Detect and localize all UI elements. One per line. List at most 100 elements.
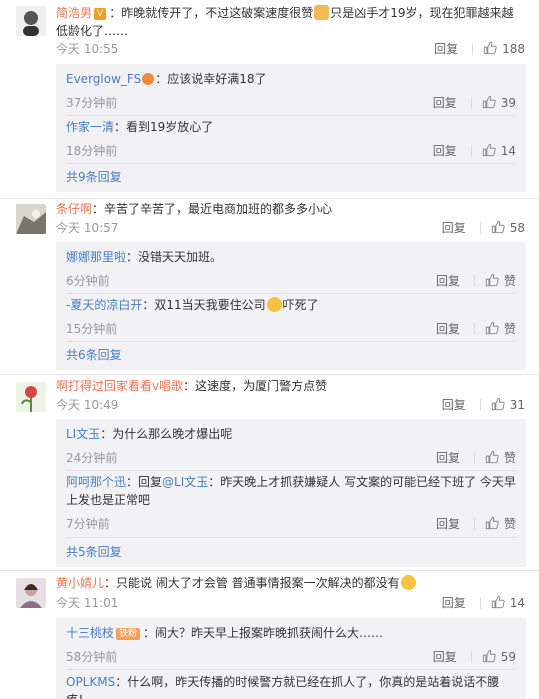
divider bbox=[473, 323, 475, 335]
thumbs-up-icon bbox=[491, 397, 505, 411]
like-button[interactable]: 赞 bbox=[485, 515, 516, 533]
comment-feed: 简浩男 V ：昨晚就传开了，不过这破案速度很赞 只是凶手才19岁，现在犯罪越来越低龄化… bbox=[0, 0, 539, 699]
divider bbox=[66, 293, 516, 294]
like-button[interactable]: 59 bbox=[482, 648, 516, 666]
divider bbox=[470, 97, 472, 109]
reply-time: 37分钟前 bbox=[66, 96, 118, 110]
timestamp: 今天 10:49 bbox=[56, 398, 119, 412]
reply-button[interactable]: 回复 bbox=[436, 320, 460, 338]
avatar[interactable] bbox=[16, 6, 46, 36]
reply-time: 24分钟前 bbox=[66, 451, 118, 465]
reply-time: 18分钟前 bbox=[66, 144, 118, 158]
divider bbox=[473, 518, 475, 530]
username[interactable]: 简浩男 bbox=[56, 6, 92, 20]
divider bbox=[66, 669, 516, 670]
comment-content: ：辛苦了辛苦了，最近电商加班的都多多小心 bbox=[92, 202, 333, 216]
comment-content: ：只能说 闹大了才会管 普通事情报案一次解决的都没有 bbox=[104, 576, 400, 590]
reply-username[interactable]: 十三桃枝 bbox=[66, 626, 114, 640]
reply-text: ：双11当天我要住公司 bbox=[142, 298, 266, 312]
like-button[interactable]: 39 bbox=[482, 94, 516, 112]
reply-time: 7分钟前 bbox=[66, 517, 110, 531]
like-count: 188 bbox=[502, 42, 525, 56]
divider bbox=[479, 222, 481, 234]
reply-text-cont: 吓死了 bbox=[282, 298, 319, 312]
reply-item: 十三桃枝 铁粉 ：闹大？昨天早上报案昨晚抓获闹什么大…… 58分钟前 回复 59 bbox=[66, 624, 516, 666]
reply-item: OPLKMS：什么啊，昨天传播的时候警方就已经在抓人了，你真的是站着说话不腰疼！ bbox=[66, 673, 516, 699]
reply-time: 6分钟前 bbox=[66, 274, 110, 288]
reply-button[interactable]: 回复 bbox=[436, 449, 460, 467]
more-replies-link[interactable]: 共6条回复 bbox=[66, 346, 122, 363]
divider bbox=[66, 341, 516, 342]
reply-username[interactable]: 娜娜那里啦 bbox=[66, 250, 126, 264]
reply-button[interactable]: 回复 bbox=[434, 40, 458, 58]
reply-username[interactable]: OPLKMS bbox=[66, 675, 115, 689]
thumbs-up-icon bbox=[483, 41, 497, 55]
reply-button[interactable]: 回复 bbox=[433, 648, 457, 666]
avatar[interactable] bbox=[16, 578, 46, 608]
more-replies-link[interactable]: 共9条回复 bbox=[66, 168, 122, 185]
reply-item: LI文玉：为什么那么晚才爆出呢 24分钟前 回复 赞 bbox=[66, 425, 516, 467]
reply-time: 15分钟前 bbox=[66, 322, 118, 336]
reply-button[interactable]: 回复 bbox=[442, 396, 466, 414]
timestamp: 今天 11:01 bbox=[56, 596, 119, 610]
reply-username[interactable]: -夏天的凉白开 bbox=[66, 298, 142, 312]
reply-button[interactable]: 回复 bbox=[433, 142, 457, 160]
like-button[interactable]: 14 bbox=[482, 142, 516, 160]
reply-text: ：什么啊，昨天传播的时候警方就已经在抓人了，你真的是站着说话不腰疼！ bbox=[66, 675, 500, 699]
divider bbox=[66, 537, 516, 538]
reply-button[interactable]: 回复 bbox=[442, 219, 466, 237]
separator bbox=[0, 570, 539, 571]
avatar[interactable] bbox=[16, 382, 46, 412]
divider bbox=[479, 399, 481, 411]
reply-prefix: ：回复 bbox=[126, 475, 163, 489]
username[interactable]: 啊打得过回家看看v唱歌 bbox=[56, 379, 183, 393]
divider bbox=[66, 163, 516, 164]
avatar[interactable] bbox=[16, 204, 46, 234]
badge-icon bbox=[142, 73, 155, 85]
thumbs-up-icon bbox=[485, 273, 499, 287]
more-replies-link[interactable]: 共5条回复 bbox=[66, 543, 122, 560]
scared-emoji-icon bbox=[266, 297, 282, 312]
reply-button[interactable]: 回复 bbox=[436, 515, 460, 533]
reply-button[interactable]: 回复 bbox=[436, 272, 460, 290]
reply-list: LI文玉：为什么那么晚才爆出呢 24分钟前 回复 赞 阿呵那个迅：回复@LI文玉 ：… bbox=[56, 419, 526, 567]
reply-list: 娜娜那里啦：没错天天加班。 6分钟前 回复赞 -夏天的凉白开：双11当天我要住公… bbox=[56, 242, 526, 370]
divider bbox=[472, 43, 474, 55]
like-count: 31 bbox=[509, 398, 525, 412]
reply-button[interactable]: 回复 bbox=[433, 94, 457, 112]
comment-meta: 今天 10:55 回复 188 bbox=[56, 40, 525, 58]
like-button[interactable]: 赞 bbox=[485, 449, 516, 467]
like-button[interactable]: 赞 bbox=[485, 272, 516, 290]
reply-username[interactable]: 阿呵那个迅 bbox=[66, 475, 126, 489]
reply-username[interactable]: LI文玉 bbox=[66, 427, 100, 441]
like-button[interactable]: 188 bbox=[483, 40, 525, 58]
like-label: 赞 bbox=[503, 274, 516, 288]
comment-meta: 今天 10:49 回复 31 bbox=[56, 396, 525, 414]
like-button[interactable]: 赞 bbox=[485, 320, 516, 338]
divider bbox=[479, 597, 481, 609]
like-button[interactable]: 14 bbox=[491, 594, 525, 612]
comment-content: ：昨晚就传开了，不过这破案速度很赞 bbox=[109, 6, 314, 20]
like-count: 14 bbox=[509, 596, 525, 610]
divider bbox=[470, 145, 472, 157]
mention-link[interactable]: @LI文玉 bbox=[162, 475, 208, 489]
reply-username[interactable]: 作家一清 bbox=[66, 120, 114, 134]
username[interactable]: 黄小婧儿 bbox=[56, 576, 104, 590]
like-count: 39 bbox=[500, 96, 516, 110]
vip-badge: V bbox=[94, 8, 107, 20]
reply-list: Everglow_FS ：应该说幸好满18了 37分钟前 回复 39 作家一清：看到… bbox=[56, 64, 526, 192]
comment-meta: 今天 10:57 回复 58 bbox=[56, 219, 525, 237]
reply-item: 娜娜那里啦：没错天天加班。 6分钟前 回复 赞 bbox=[66, 248, 516, 290]
like-button[interactable]: 31 bbox=[491, 396, 525, 414]
reply-item: 作家一清：看到19岁放心了 18分钟前 回复 14 bbox=[66, 118, 516, 160]
username[interactable]: 条仔啊 bbox=[56, 202, 92, 216]
reply-text: ：应该说幸好满18了 bbox=[155, 72, 267, 86]
reply-username[interactable]: Everglow_FS bbox=[66, 72, 141, 86]
thumbs-up-icon bbox=[491, 595, 505, 609]
comment-text: 简浩男 V ：昨晚就传开了，不过这破案速度很赞 只是凶手才19岁，现在犯罪越来越低龄化… bbox=[56, 4, 525, 40]
fan-badge: 铁粉 bbox=[116, 628, 141, 640]
reply-item: 阿呵那个迅：回复@LI文玉：昨天晚上才抓获嫌疑人 写文案的可能已经下班了 今天早… bbox=[66, 473, 516, 537]
reply-button[interactable]: 回复 bbox=[442, 594, 466, 612]
like-button[interactable]: 58 bbox=[491, 219, 525, 237]
reply-item: Everglow_FS ：应该说幸好满18了 37分钟前 回复 39 bbox=[66, 70, 516, 112]
